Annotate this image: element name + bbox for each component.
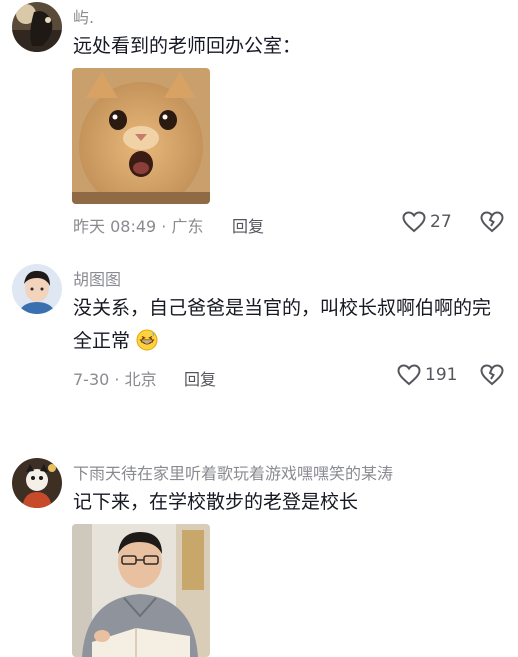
broken-heart-icon (480, 211, 504, 233)
comment-item: 胡图图 没关系，自己爸爸是当官的，叫校长叔啊伯啊的完全正常 7-30 · 北京 … (0, 262, 518, 402)
reply-button[interactable]: 回复 (232, 213, 264, 237)
comment-text: 远处看到的老师回办公室： (73, 35, 302, 57)
dislike-button[interactable] (480, 211, 504, 237)
reply-button[interactable]: 回复 (184, 366, 216, 390)
like-count: 191 (425, 365, 458, 385)
comment-username[interactable]: 屿. (73, 4, 94, 28)
comment-item: 下雨天待在家里听着歌玩着游戏嘿嘿笑的某涛 记下来，在学校散步的老登是校长 (0, 456, 518, 657)
heart-outline-icon (402, 211, 426, 233)
like-button[interactable]: 191 (397, 364, 457, 386)
avatar[interactable] (12, 264, 62, 314)
comment-meta: 7-30 · 北京 (73, 370, 157, 389)
comment-item: 屿. 远处看到的老师回办公室： 昨天 08:49 · 广东 回复 27 (0, 0, 518, 250)
heart-outline-icon (397, 364, 421, 386)
cat-surprised-photo[interactable] (72, 68, 210, 204)
like-button[interactable]: 27 (402, 211, 452, 233)
comment-username[interactable]: 下雨天待在家里听着歌玩着游戏嘿嘿笑的某涛 (73, 460, 393, 484)
avatar[interactable] (12, 2, 62, 52)
comment-text: 记下来，在学校散步的老登是校长 (73, 491, 359, 513)
dislike-button[interactable] (480, 364, 504, 390)
avatar[interactable] (12, 458, 62, 508)
broken-heart-icon (480, 364, 504, 386)
comment-username[interactable]: 胡图图 (73, 266, 121, 290)
comment-meta: 昨天 08:49 · 广东 (73, 217, 204, 236)
man-reading-book-photo[interactable] (72, 524, 210, 657)
grinning-sweat-emoji (136, 329, 158, 362)
like-count: 27 (430, 212, 452, 232)
comment-text: 没关系，自己爸爸是当官的，叫校长叔啊伯啊的完全正常 (73, 292, 493, 362)
